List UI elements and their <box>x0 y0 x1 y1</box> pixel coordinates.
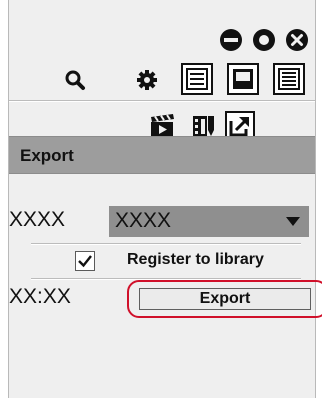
format-select-value: XXXX <box>115 209 172 232</box>
section-header: Export <box>9 136 315 174</box>
register-checkbox[interactable] <box>75 251 95 271</box>
row-divider <box>31 243 301 245</box>
gear-icon[interactable] <box>135 68 159 92</box>
thumbnail-view-icon[interactable] <box>227 63 259 95</box>
restore-icon[interactable] <box>252 28 276 52</box>
dropdown-arrow-icon <box>286 217 300 226</box>
export-panel: Export XXXX XXXX Register to library XX:… <box>8 0 322 398</box>
format-select[interactable]: XXXX <box>109 206 309 237</box>
highlight-callout <box>127 280 322 318</box>
format-label: XXXX <box>9 208 66 231</box>
checkmark-icon <box>78 255 92 268</box>
section-title: Export <box>20 146 74 165</box>
register-label: Register to library <box>127 251 264 268</box>
timecode-label: XX:XX <box>9 285 71 308</box>
toolbar-divider <box>9 100 315 102</box>
minimize-icon[interactable] <box>219 28 243 52</box>
window-controls <box>219 28 309 52</box>
search-icon[interactable] <box>63 68 87 92</box>
detail-view-icon[interactable] <box>273 63 305 95</box>
close-icon[interactable] <box>285 28 309 52</box>
list-view-icon[interactable] <box>181 63 213 95</box>
view-toolbar <box>9 63 315 97</box>
